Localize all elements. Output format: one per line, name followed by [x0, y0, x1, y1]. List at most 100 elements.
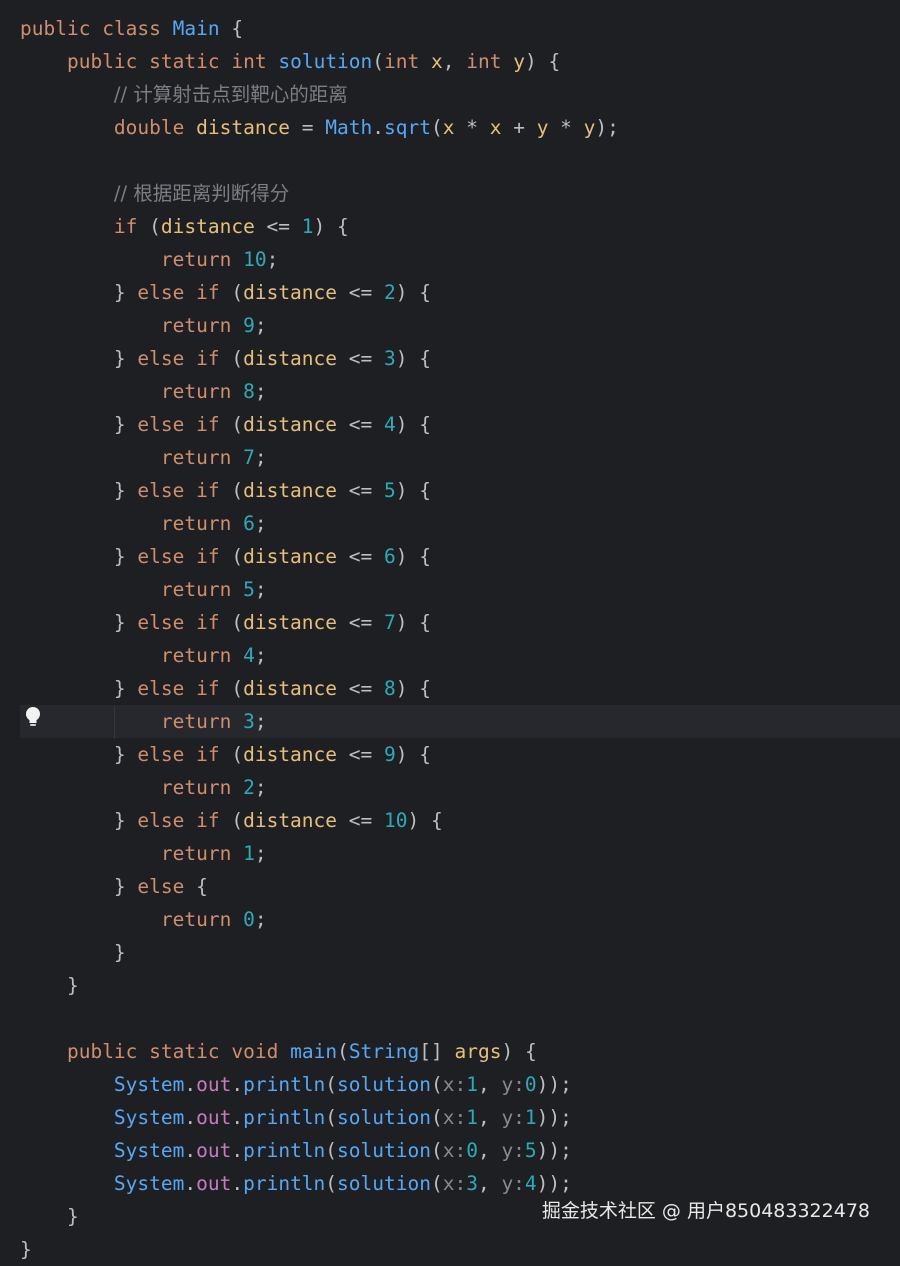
- code-line[interactable]: public class Main {: [0, 12, 900, 45]
- code-line[interactable]: }: [0, 1233, 900, 1266]
- code-token: x:: [442, 1172, 467, 1195]
- code-token: }: [20, 611, 138, 634]
- code-token: x: [442, 116, 455, 139]
- code-text: public class Main {: [20, 12, 243, 45]
- code-text: } else if (distance <= 5) {: [20, 474, 431, 507]
- code-token: }: [20, 413, 138, 436]
- code-token: ;: [254, 446, 267, 469]
- code-line[interactable]: public static void main(String[] args) {: [0, 1035, 900, 1068]
- code-token: else: [137, 347, 185, 370]
- code-line[interactable]: if (distance <= 1) {: [0, 210, 900, 243]
- code-token: (: [430, 116, 443, 139]
- code-token: public: [66, 50, 138, 73]
- code-token: (: [219, 677, 244, 700]
- code-line[interactable]: public static int solution(int x, int y)…: [0, 45, 900, 78]
- code-token: .: [184, 1073, 197, 1096]
- code-line[interactable]: System.out.println(solution(x:1, y:1));: [0, 1101, 900, 1134]
- code-token: .: [231, 1073, 244, 1096]
- code-token: ));: [536, 1106, 572, 1129]
- code-line[interactable]: return 8;: [0, 375, 900, 408]
- code-line[interactable]: } else if (distance <= 4) {: [0, 408, 900, 441]
- code-line[interactable]: } else if (distance <= 3) {: [0, 342, 900, 375]
- code-line[interactable]: } else if (distance <= 7) {: [0, 606, 900, 639]
- code-line[interactable]: return 5;: [0, 573, 900, 606]
- code-token: ,: [477, 1073, 502, 1096]
- code-token: {: [219, 17, 244, 40]
- code-line[interactable]: return 3;: [20, 705, 900, 738]
- code-line[interactable]: } else {: [0, 870, 900, 903]
- code-token: if: [196, 743, 220, 766]
- code-token: ;: [254, 776, 267, 799]
- code-token: y:: [501, 1139, 525, 1162]
- code-line[interactable]: } else if (distance <= 9) {: [0, 738, 900, 771]
- code-line[interactable]: }: [0, 936, 900, 969]
- code-text: } else if (distance <= 7) {: [20, 606, 431, 639]
- code-token: if: [196, 809, 220, 832]
- code-line[interactable]: return 10;: [0, 243, 900, 276]
- code-token: 7: [383, 611, 396, 634]
- code-line[interactable]: } else if (distance <= 2) {: [0, 276, 900, 309]
- code-token: else: [137, 809, 185, 832]
- code-line[interactable]: } else if (distance <= 6) {: [0, 540, 900, 573]
- code-text: if (distance <= 1) {: [20, 210, 349, 243]
- code-line[interactable]: // 计算射击点到靶心的距离: [0, 78, 900, 111]
- code-editor[interactable]: public class Main { public static int so…: [0, 0, 900, 1261]
- code-line[interactable]: System.out.println(solution(x:0, y:5));: [0, 1134, 900, 1167]
- code-token: // 根据距离判断得分: [113, 182, 290, 205]
- code-token: ));: [536, 1139, 572, 1162]
- code-token: 8: [243, 380, 255, 403]
- code-line[interactable]: return 7;: [0, 441, 900, 474]
- code-line[interactable]: } else if (distance <= 10) {: [0, 804, 900, 837]
- code-token: (: [219, 611, 244, 634]
- code-token: ) {: [395, 743, 431, 766]
- code-line[interactable]: } else if (distance <= 5) {: [0, 474, 900, 507]
- code-line[interactable]: return 6;: [0, 507, 900, 540]
- watermark: 掘金技术社区 @ 用户850483322478: [541, 1200, 870, 1222]
- code-token: public: [20, 17, 91, 40]
- code-line[interactable]: [0, 1002, 900, 1035]
- code-token: class: [102, 17, 161, 40]
- code-line[interactable]: double distance = Math.sqrt(x * x + y * …: [0, 111, 900, 144]
- code-token: 3: [466, 1172, 478, 1195]
- code-line[interactable]: return 0;: [0, 903, 900, 936]
- code-line[interactable]: return 9;: [0, 309, 900, 342]
- code-token: distance: [243, 347, 338, 370]
- code-line[interactable]: return 2;: [0, 771, 900, 804]
- code-token: 1: [524, 1106, 537, 1129]
- lightbulb-icon[interactable]: [24, 706, 42, 728]
- code-token: 0: [466, 1139, 478, 1162]
- code-line[interactable]: }: [0, 969, 900, 1002]
- code-line[interactable]: return 4;: [0, 639, 900, 672]
- code-token: out: [196, 1073, 232, 1096]
- code-line[interactable]: [0, 144, 900, 177]
- code-token: if: [196, 347, 220, 370]
- code-line[interactable]: } else if (distance <= 8) {: [0, 672, 900, 705]
- code-line[interactable]: System.out.println(solution(x:1, y:0));: [0, 1068, 900, 1101]
- code-token: out: [196, 1139, 232, 1162]
- code-line[interactable]: // 根据距离判断得分: [0, 177, 900, 210]
- code-token: ;: [254, 380, 267, 403]
- code-token: }: [20, 809, 138, 832]
- code-text: } else if (distance <= 4) {: [20, 408, 431, 441]
- code-line[interactable]: return 1;: [0, 837, 900, 870]
- code-text: } else {: [20, 870, 208, 903]
- code-token: }: [20, 875, 138, 898]
- code-token: ;: [254, 314, 267, 337]
- code-token: (: [325, 1106, 338, 1129]
- code-token: ));: [536, 1073, 572, 1096]
- code-text: System.out.println(solution(x:3, y:4));: [20, 1167, 572, 1200]
